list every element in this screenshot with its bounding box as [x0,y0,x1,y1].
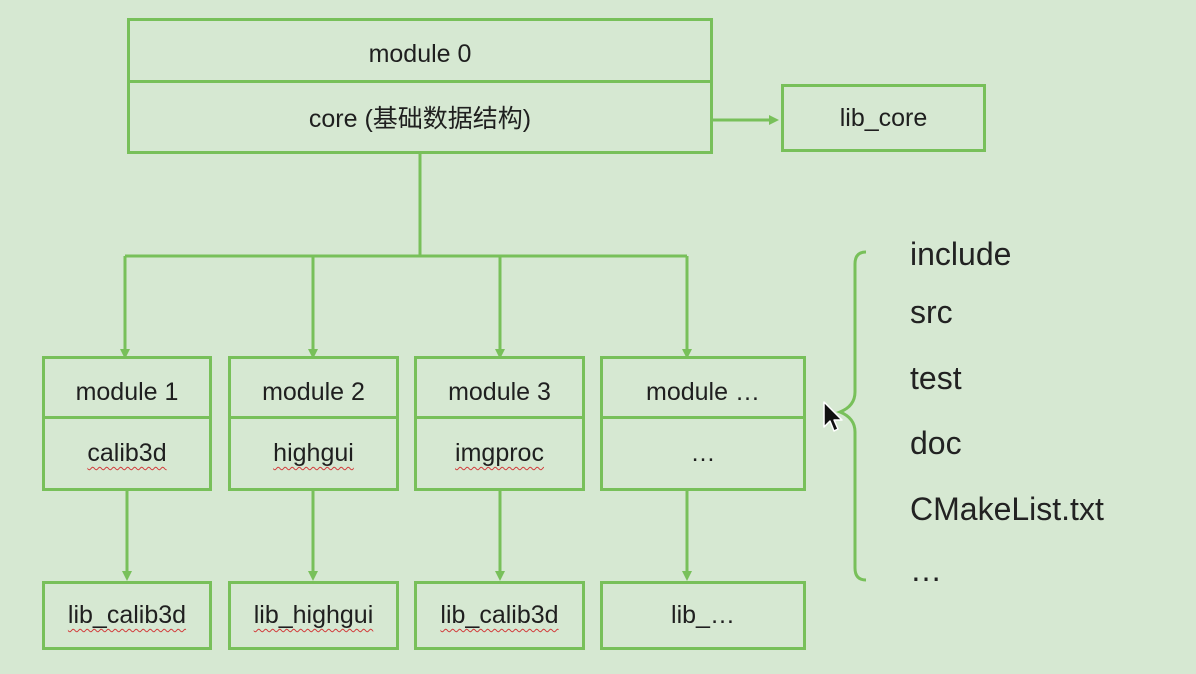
contents-item-more: … [910,552,942,588]
core-module-box: module 0 core (基础数据结构) [127,18,713,154]
module-label-2: highgui [231,416,396,488]
lib-box-n: lib_… [600,581,806,650]
lib-box-1: lib_calib3d [42,581,212,650]
contents-item-src: src [910,294,953,330]
mouse-cursor-icon [823,401,843,432]
module-box-n: module … … [600,356,806,491]
module-box-2: module 2 highgui [228,356,399,491]
lib-box-2: lib_highgui [228,581,399,650]
core-module-name: module 0 [368,40,472,68]
contents-item-test: test [910,360,962,396]
lib-label-1: lib_calib3d [67,601,187,629]
contents-item-doc: doc [910,425,962,461]
module-box-1: module 1 calib3d [42,356,212,491]
module-box-3: module 3 imgproc [414,356,585,491]
module-label-3: imgproc [417,416,582,488]
module-label-text-1: calib3d [87,439,167,467]
core-module-label: core (基础数据结构) [130,80,710,151]
contents-item-cmakelist: CMakeList.txt [910,491,1104,527]
lib-label-3: lib_calib3d [440,601,559,629]
module-label-text-2: highgui [273,439,354,467]
module-label-n: … [603,416,803,488]
lib-box-3: lib_calib3d [414,581,585,650]
contents-item-include: include [910,236,1012,272]
lib-label-2: lib_highgui [253,601,374,629]
module-label-text-3: imgproc [455,439,544,467]
module-label-1: calib3d [45,416,209,488]
lib-label-n: lib_… [671,601,735,629]
lib-core-box: lib_core [781,84,986,152]
